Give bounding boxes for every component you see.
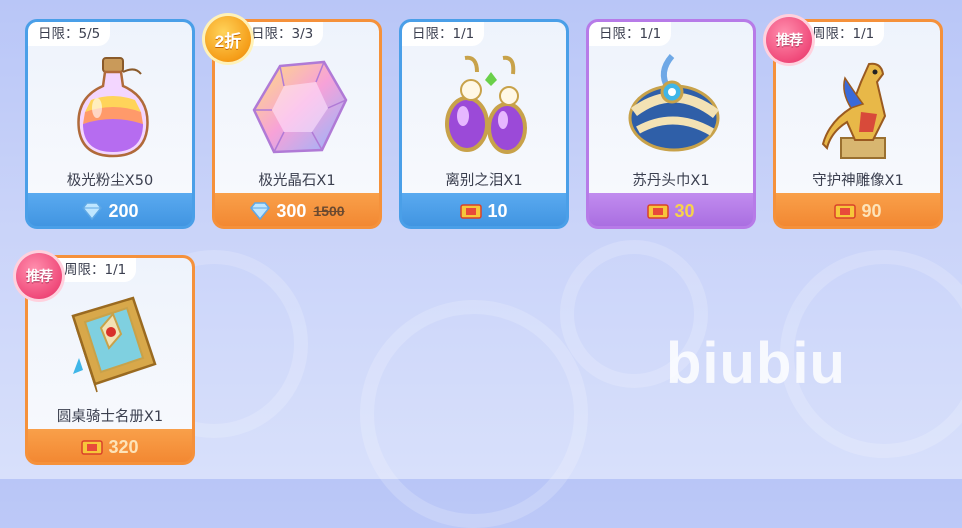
item-name: 离别之泪X1 [445, 173, 523, 189]
original-price: 1500 [313, 203, 345, 219]
price-value: 320 [108, 436, 139, 457]
buy-button[interactable]: 300 1500 [215, 193, 379, 226]
purchase-limit: 日限：1/1 [589, 22, 672, 46]
falcon-statue-icon [821, 62, 887, 159]
item-name: 极光粉尘X50 [66, 173, 154, 189]
recommended-badge: 推荐 [16, 253, 62, 299]
purchase-limit: 日限：5/5 [28, 22, 111, 46]
buy-button[interactable]: 320 [28, 429, 192, 462]
buy-button[interactable]: 90 [776, 193, 940, 226]
buy-button[interactable]: 10 [402, 193, 566, 226]
ticket-icon [81, 440, 104, 455]
price-value: 200 [108, 200, 139, 221]
price-value: 10 [487, 200, 508, 221]
shop-item-sultan-turban[interactable]: 日限：1/1 苏丹头巾X1 30 [586, 19, 756, 229]
book-icon [71, 296, 157, 393]
turban-icon [628, 54, 720, 152]
item-name: 极光晶石X1 [258, 173, 336, 189]
price-value: 300 [276, 200, 307, 221]
price-value: 90 [861, 200, 882, 221]
item-name: 守护神雕像X1 [812, 173, 904, 189]
ticket-icon [647, 204, 670, 219]
ticket-icon [834, 204, 857, 219]
diamond-icon [82, 202, 103, 220]
discount-badge: 2折 [205, 16, 251, 62]
watermark: biubiu [666, 331, 846, 396]
item-name: 苏丹头巾X1 [632, 173, 710, 189]
price-value: 30 [674, 200, 695, 221]
item-name: 圆桌骑士名册X1 [56, 409, 164, 425]
background-swirl [360, 300, 588, 528]
potion-bottle-icon [77, 57, 149, 158]
buy-button[interactable]: 30 [589, 193, 753, 226]
ticket-icon [460, 204, 483, 219]
recommended-badge: 推荐 [766, 17, 812, 63]
shop-item-aurora-dust[interactable]: 日限：5/5 极光粉尘X50 200 [25, 19, 195, 229]
buy-button[interactable]: 200 [28, 193, 192, 226]
diamond-icon [250, 202, 271, 220]
shop-item-parting-tears[interactable]: 日限：1/1 离别之泪X1 10 [399, 19, 569, 229]
crystal-gem-icon [252, 60, 348, 154]
earrings-icon [445, 55, 527, 154]
purchase-limit: 日限：1/1 [402, 22, 485, 46]
